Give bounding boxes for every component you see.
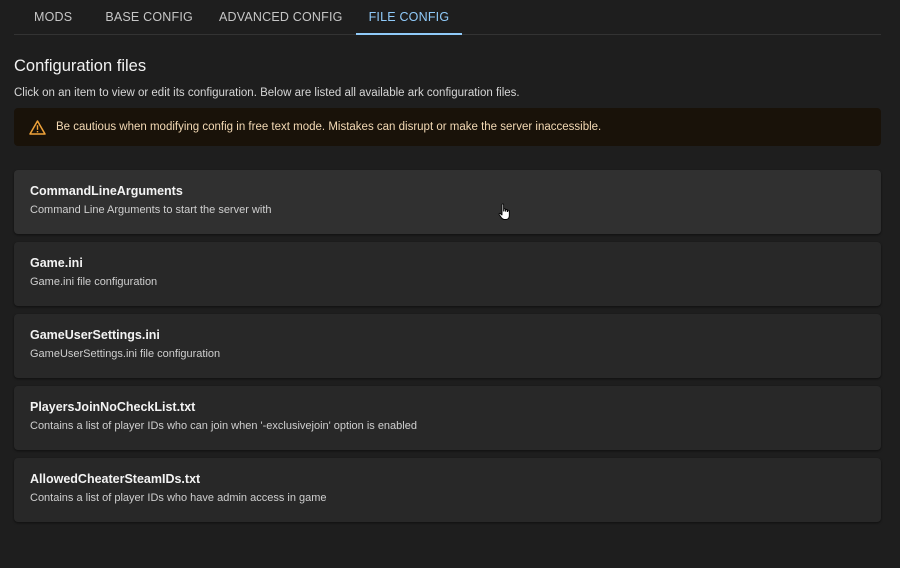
file-item-name: AllowedCheaterSteamIDs.txt: [30, 472, 201, 486]
tab-file-config[interactable]: FILE CONFIG: [355, 0, 463, 35]
warning-text: Be cautious when modifying config in fre…: [56, 121, 602, 133]
file-item-name: PlayersJoinNoCheckList.txt: [30, 400, 196, 414]
hand-pointer-icon: [498, 203, 512, 221]
page-title: Configuration files: [14, 57, 147, 75]
config-file-list: CommandLineArguments Command Line Argume…: [14, 170, 881, 530]
warning-icon: [28, 119, 46, 135]
page-subtitle: Click on an item to view or edit its con…: [14, 87, 520, 99]
file-item-allowedcheatersteamids-txt[interactable]: AllowedCheaterSteamIDs.txt Contains a li…: [14, 458, 881, 522]
file-item-description: GameUserSettings.ini file configuration: [30, 348, 221, 360]
file-item-name: Game.ini: [30, 256, 83, 270]
file-item-name: CommandLineArguments: [30, 184, 183, 198]
file-item-game-ini[interactable]: Game.ini Game.ini file configuration: [14, 242, 881, 306]
file-item-gameusersettings-ini[interactable]: GameUserSettings.ini GameUserSettings.in…: [14, 314, 881, 378]
file-item-description: Command Line Arguments to start the serv…: [30, 204, 272, 216]
file-item-description: Game.ini file configuration: [30, 276, 158, 288]
warning-alert: Be cautious when modifying config in fre…: [14, 108, 881, 146]
config-tabs: MODS BASE CONFIG ADVANCED CONFIG FILE CO…: [14, 0, 881, 35]
file-item-description: Contains a list of player IDs who can jo…: [30, 420, 417, 432]
file-item-commandlinearguments[interactable]: CommandLineArguments Command Line Argume…: [14, 170, 881, 234]
tab-advanced-config[interactable]: ADVANCED CONFIG: [206, 0, 356, 34]
file-item-playersjoinnochecklist-txt[interactable]: PlayersJoinNoCheckList.txt Contains a li…: [14, 386, 881, 450]
file-item-description: Contains a list of player IDs who have a…: [30, 492, 327, 504]
tab-mods[interactable]: MODS: [14, 0, 92, 34]
file-item-name: GameUserSettings.ini: [30, 328, 160, 342]
tab-base-config[interactable]: BASE CONFIG: [92, 0, 206, 34]
